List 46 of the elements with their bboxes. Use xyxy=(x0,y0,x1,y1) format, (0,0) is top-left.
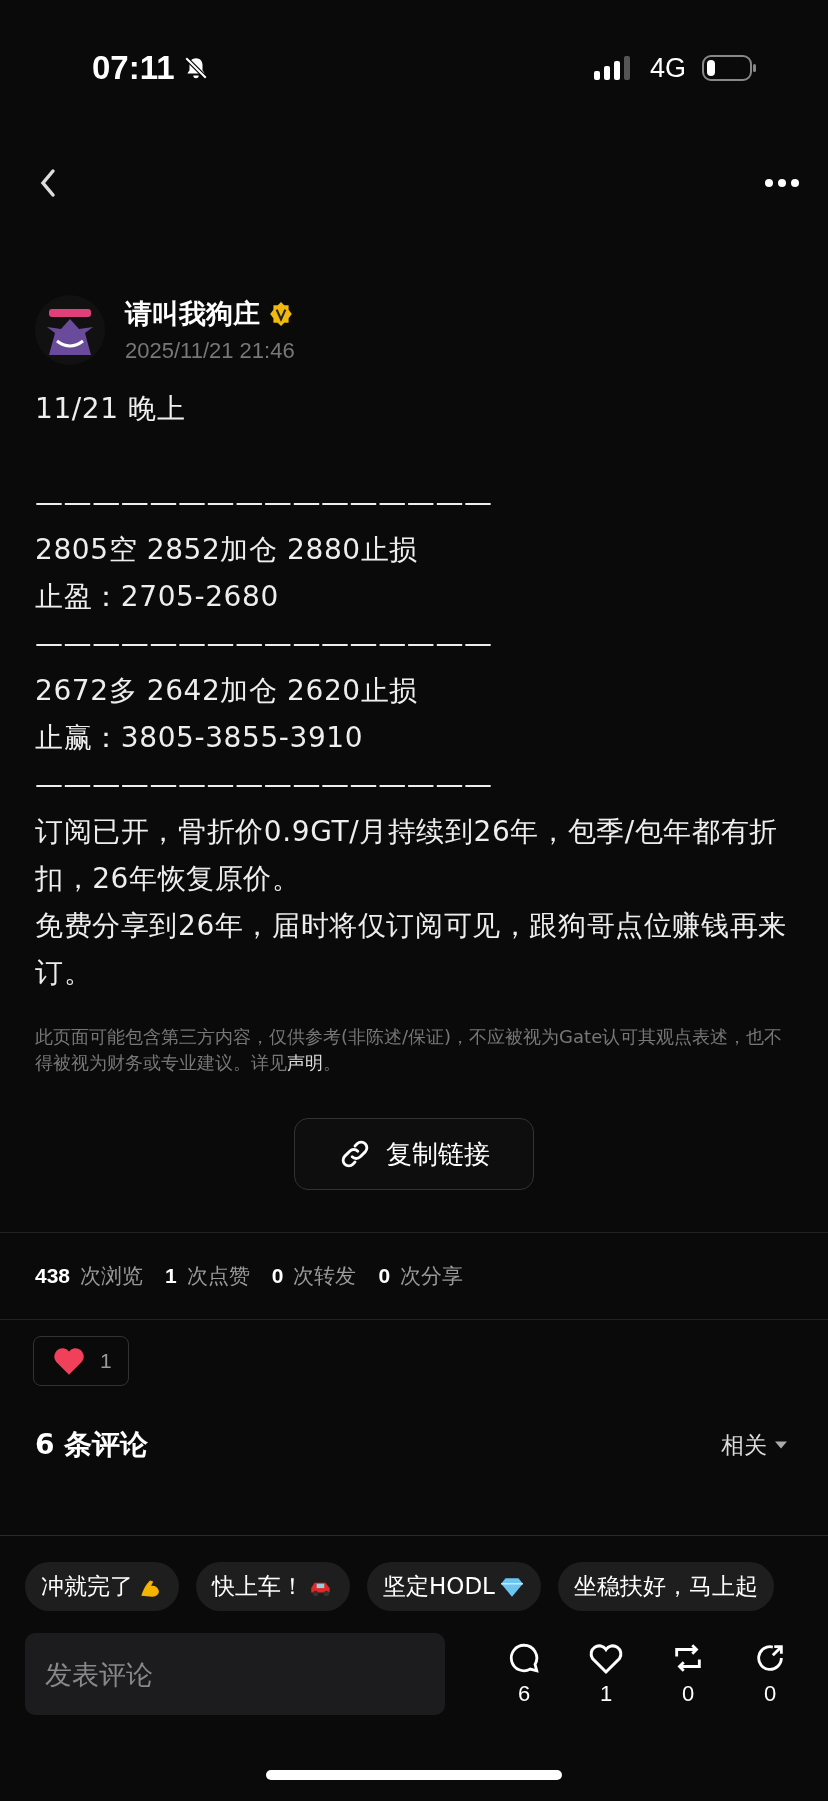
comments-title: 6 条评论 xyxy=(35,1427,149,1463)
quick-reply-chip[interactable]: 快上车！ xyxy=(196,1562,350,1611)
quick-reply-chip[interactable]: 冲就完了 xyxy=(25,1562,179,1611)
post-text: 免费分享到26年，届时将仅订阅可见，跟狗哥点位赚钱再来订。 xyxy=(35,908,788,991)
reaction-chip[interactable]: 1 xyxy=(33,1336,129,1386)
stat-label: 次转发 xyxy=(293,1263,357,1290)
quick-reply-chip[interactable]: 坐稳扶好，马上起 xyxy=(557,1562,774,1611)
muted-bell-icon xyxy=(182,55,209,81)
battery-icon xyxy=(702,54,758,82)
author-name[interactable]: 请叫我狗庄 xyxy=(125,296,260,332)
post-time: 2025/11/21 21:46 xyxy=(125,338,295,364)
post-text: 止盈：2705-2680 xyxy=(35,579,280,615)
action-count: 0 xyxy=(681,1681,695,1707)
comment-input[interactable]: 发表评论 xyxy=(25,1633,445,1715)
stat-count: 0 xyxy=(271,1264,284,1288)
post-text: ———————————————— xyxy=(35,626,494,662)
post-text: ———————————————— xyxy=(35,485,494,521)
post-text: 2805空 2852加仓 2880止损 xyxy=(35,532,419,568)
action-count: 0 xyxy=(763,1681,777,1707)
network-label: 4G xyxy=(649,52,686,84)
stat-count: 1 xyxy=(165,1264,177,1288)
quick-reply-chip[interactable]: 坚定HODL xyxy=(367,1562,541,1611)
post-text: 11/21 晚上 xyxy=(35,391,187,427)
action-count: 6 xyxy=(517,1681,531,1707)
post-text: 止赢：3805-3855-3910 xyxy=(35,720,365,756)
post-text: 订阅已开，骨折价0.9GT/月持续到26年，包季/包年都有折扣，26年恢复原价。 xyxy=(35,814,779,897)
stat-count: 0 xyxy=(378,1264,391,1288)
stat-label: 次分享 xyxy=(400,1263,464,1290)
caret-icon xyxy=(775,1441,787,1449)
more-icon[interactable] xyxy=(764,178,800,188)
post-text: 2672多 2642加仓 2620止损 xyxy=(35,673,419,709)
statement-link[interactable]: 声明 xyxy=(287,1052,323,1073)
heart-icon xyxy=(52,1346,86,1376)
stat-count: 438 xyxy=(35,1264,71,1288)
sort-dropdown[interactable]: 相关 xyxy=(715,1428,793,1462)
status-time: 07:11 xyxy=(92,49,175,87)
heart-icon[interactable] xyxy=(588,1641,624,1675)
comment-icon[interactable] xyxy=(507,1641,541,1675)
back-icon[interactable] xyxy=(38,168,58,198)
copy-link-button[interactable]: 复制链接 xyxy=(294,1118,534,1190)
action-count: 1 xyxy=(599,1680,613,1707)
stat-label: 次浏览 xyxy=(80,1263,144,1290)
disclaimer-text: 此页面可能包含第三方内容，仅供参考(非陈述/保证)，不应被视为Gate认可其观点表述，也不得被视为财务或专业建议。详见声明。 xyxy=(35,1025,784,1075)
avatar[interactable] xyxy=(35,295,105,365)
stat-label: 次点赞 xyxy=(186,1263,250,1290)
post-text: ———————————————— xyxy=(35,767,494,803)
